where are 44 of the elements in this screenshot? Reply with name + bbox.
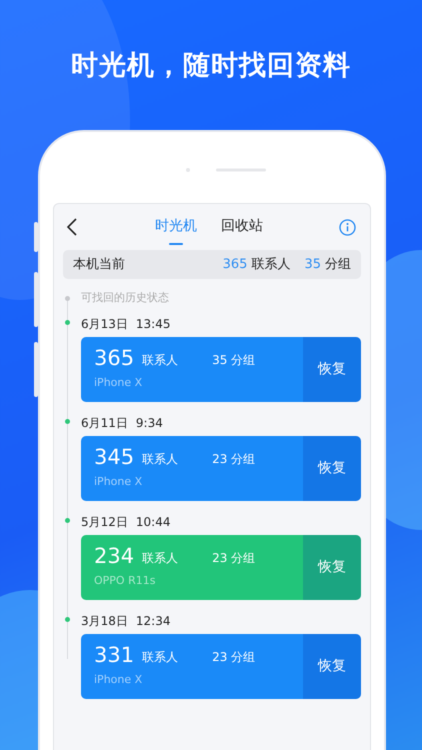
snapshot-time: 10:44: [136, 514, 170, 531]
snapshot-date: 5月12日: [81, 514, 128, 531]
back-icon[interactable]: [67, 218, 77, 236]
snapshot-time: 13:45: [136, 316, 170, 333]
restore-button[interactable]: 恢复: [303, 337, 361, 402]
groups-count: 23 分组: [212, 648, 256, 666]
snapshot-date: 6月11日: [81, 415, 128, 432]
contacts-label: 联系人: [142, 352, 178, 369]
groups-count: 35: [304, 256, 321, 274]
summary-label: 本机当前: [73, 256, 125, 274]
restore-button[interactable]: 恢复: [303, 535, 361, 600]
contacts-label: 联系人: [142, 550, 178, 567]
contacts-count: 331: [94, 644, 134, 666]
headline: 时光机，随时找回资料: [70, 49, 352, 83]
contacts-count: 365: [222, 256, 248, 274]
groups-label: 分组: [325, 256, 351, 274]
groups-count: 23 分组: [212, 450, 256, 468]
timeline-hint: 可找回的历史状态: [81, 290, 170, 306]
snapshot-time: 9:34: [136, 415, 163, 432]
snapshot-date: 3月18日: [81, 613, 128, 630]
snapshot-date: 6月13日: [81, 316, 128, 333]
device-name: OPPO R11s: [94, 572, 156, 589]
snapshot-time: 12:34: [136, 613, 170, 630]
timeline-dot: [65, 617, 70, 622]
timeline-dot: [65, 518, 70, 523]
contacts-label: 联系人: [142, 648, 178, 666]
restore-button[interactable]: 恢复: [303, 634, 361, 699]
timeline-dot: [65, 419, 70, 424]
tab[interactable]: 回收站: [221, 216, 263, 245]
contacts-count: 234: [94, 546, 134, 567]
groups-count: 35 分组: [212, 352, 256, 369]
tab[interactable]: 时光机: [155, 216, 197, 245]
timeline-dot: [65, 296, 70, 301]
groups-count: 23 分组: [212, 550, 256, 567]
device-name: iPhone X: [94, 474, 144, 490]
contacts-count: 365: [94, 348, 134, 369]
restore-button[interactable]: 恢复: [303, 436, 361, 501]
timeline-dot: [65, 320, 70, 325]
contacts-count: 345: [94, 446, 134, 468]
device-name: iPhone X: [94, 672, 144, 688]
contacts-label: 联系人: [142, 450, 178, 468]
device-name: iPhone X: [94, 374, 144, 391]
contacts-label: 联系人: [251, 256, 290, 274]
info-icon[interactable]: [339, 218, 356, 236]
